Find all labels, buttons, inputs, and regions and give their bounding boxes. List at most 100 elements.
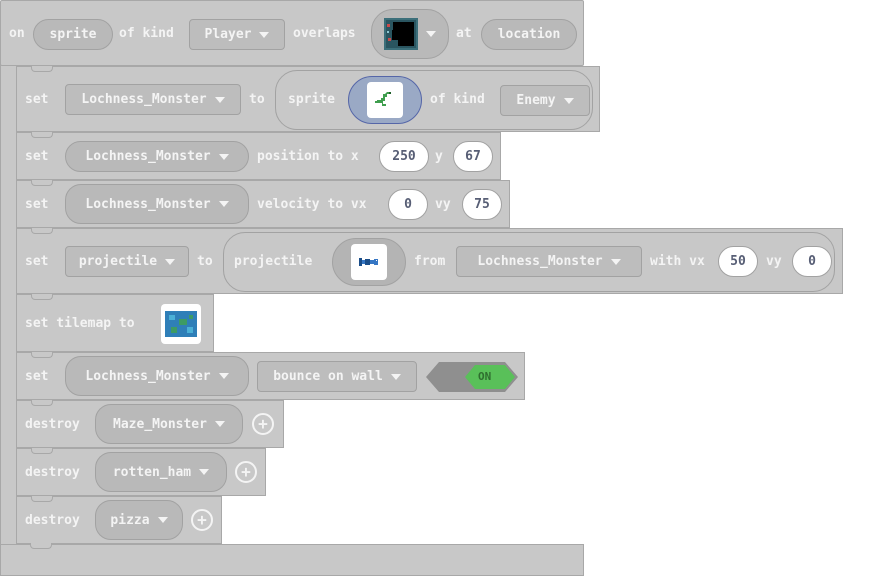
set-tilemap-to-label: set tilemap to [25,316,135,331]
set-projectile-statement[interactable]: set projectile to projectile from Lochne… [16,228,843,294]
variable-dropdown-value: rotten_ham [112,464,192,480]
block-notch [31,180,53,186]
variable-dropdown[interactable]: projectile [65,246,189,277]
x-input[interactable]: 250 [379,141,429,172]
set-sprite-statement[interactable]: set Lochness_Monster to sprite of kind E… [16,66,600,132]
variable-dropdown-value: Lochness_Monster [81,92,207,107]
variable-dropdown-value: Lochness_Monster [85,196,211,212]
variable-dropdown[interactable]: Lochness_Monster [65,356,249,396]
event-block-footer [0,544,584,576]
variable-dropdown[interactable]: rotten_ham [95,452,227,492]
position-to-x-label: position to x [257,149,359,164]
chevron-down-icon [157,517,168,523]
block-notch [31,132,53,138]
variable-dropdown[interactable]: pizza [95,500,183,540]
chevron-down-icon [610,258,621,265]
fish-projectile-icon [359,258,378,266]
source-dropdown-value: Lochness_Monster [477,254,603,269]
vy-label: vy [435,197,451,212]
kind-dropdown-value: Player [204,27,252,42]
chevron-down-icon [426,31,436,37]
tilemap-picker[interactable] [161,304,201,344]
chevron-down-icon [214,96,225,103]
sprite-param[interactable]: sprite [33,19,113,50]
vy-input[interactable]: 0 [792,246,832,277]
on-overlap-event-block[interactable]: on sprite of kind Player overlaps at loc… [0,0,584,66]
chevron-down-icon [218,153,229,160]
to-label: to [249,92,265,107]
chevron-down-icon [214,421,225,427]
variable-dropdown[interactable]: Lochness_Monster [65,84,241,115]
tilemap-icon [165,311,197,337]
vx-input[interactable]: 50 [718,246,758,277]
from-label: from [414,254,446,269]
set-label: set [25,197,49,212]
chevron-down-icon [563,97,574,104]
variable-dropdown-value: projectile [78,254,158,269]
add-parameter-icon[interactable]: + [235,461,257,483]
with-vx-label: with vx [650,254,705,269]
block-notch [31,496,53,502]
kind-dropdown-value: Enemy [516,93,556,108]
block-notch [31,448,53,454]
projectile-label: projectile [234,254,313,269]
block-notch [31,228,53,234]
destroy-label: destroy [25,465,80,480]
add-parameter-icon[interactable]: + [252,413,274,435]
variable-dropdown[interactable]: Maze_Monster [95,404,243,444]
variable-dropdown-value: Lochness_Monster [85,149,211,164]
set-flag-statement[interactable]: set Lochness_Monster bounce on wall ON [16,352,525,400]
vy-label: vy [766,254,782,269]
block-notch [31,400,53,406]
overlaps-label: overlaps [293,26,356,41]
vy-input[interactable]: 75 [462,189,502,220]
set-label: set [25,254,49,269]
of-kind-label: of kind [119,26,174,41]
set-label: set [25,369,49,384]
source-dropdown[interactable]: Lochness_Monster [456,246,642,277]
chevron-down-icon [218,201,229,207]
kind-dropdown[interactable]: Player [189,19,285,50]
create-sprite-reporter[interactable]: sprite of kind Enemy [275,70,593,130]
variable-dropdown-value: pizza [110,512,150,528]
set-label: set [25,149,49,164]
chevron-down-icon [165,258,176,265]
sprite-label: sprite [288,92,335,107]
velocity-to-vx-label: velocity to vx [257,197,367,212]
destroy-label: destroy [25,417,80,432]
vx-input[interactable]: 0 [388,189,428,220]
location-param[interactable]: location [481,19,577,50]
wall-tile-icon [384,18,418,50]
destroy-statement[interactable]: destroy Maze_Monster + [16,400,284,448]
set-position-statement[interactable]: set Lochness_Monster position to x 250 y… [16,132,501,180]
variable-dropdown[interactable]: Lochness_Monster [65,141,249,172]
variable-dropdown-value: Lochness_Monster [85,368,211,384]
flag-dropdown-value: bounce on wall [273,369,383,384]
destroy-statement[interactable]: destroy pizza + [16,496,222,544]
y-label: y [435,149,443,164]
add-parameter-icon[interactable]: + [191,509,213,531]
variable-dropdown-value: Maze_Monster [113,416,207,432]
at-label: at [456,26,472,41]
on-off-toggle[interactable] [425,361,519,393]
sea-serpent-sprite-icon [375,92,391,106]
chevron-down-icon [218,373,229,379]
destroy-statement[interactable]: destroy rotten_ham + [16,448,266,496]
set-velocity-statement[interactable]: set Lochness_Monster velocity to vx 0 vy… [16,180,510,228]
sprite-image-picker[interactable] [348,76,422,124]
variable-dropdown[interactable]: Lochness_Monster [65,184,249,224]
y-input[interactable]: 67 [453,141,493,172]
to-label: to [197,254,213,269]
tile-dropdown[interactable] [371,9,449,59]
set-label: set [25,92,49,107]
of-kind-label: of kind [430,92,485,107]
kind-dropdown[interactable]: Enemy [500,85,590,116]
create-projectile-reporter[interactable]: projectile from Lochness_Monster with vx… [223,232,835,292]
chevron-down-icon [199,469,210,475]
flag-dropdown[interactable]: bounce on wall [257,361,417,392]
chevron-down-icon [259,31,270,38]
projectile-image-picker[interactable] [332,238,406,286]
block-notch [31,352,53,358]
set-tilemap-statement[interactable]: set tilemap to [16,294,214,352]
on-label: on [9,26,25,41]
